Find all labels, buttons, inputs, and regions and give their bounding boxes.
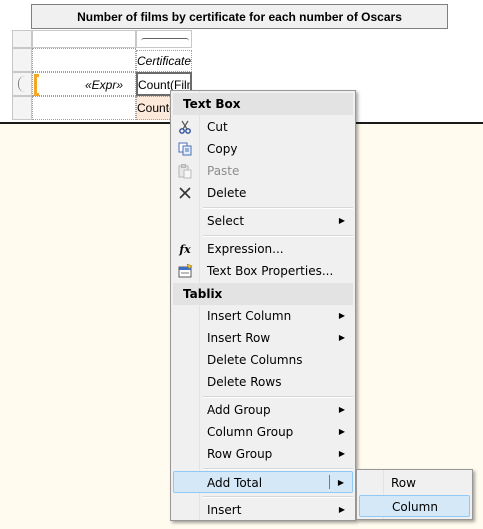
menu-label: Insert Row: [207, 331, 271, 345]
submenu-arrow-icon: ▶: [338, 311, 345, 320]
menu-label: Delete Columns: [207, 353, 303, 367]
submenu-item-row[interactable]: Row: [359, 472, 470, 494]
menu-separator: [203, 468, 353, 470]
paste-icon: [177, 163, 193, 179]
menu-item-add-group[interactable]: Add Group ▶: [173, 399, 353, 421]
properties-icon: [177, 263, 193, 279]
copy-icon: [177, 141, 193, 157]
submenu-arrow-icon: ▶: [337, 478, 344, 487]
menu-item-cut[interactable]: Cut: [173, 116, 353, 138]
menu-label: Add Group: [207, 403, 271, 417]
tablix-corner-handle[interactable]: [12, 30, 32, 48]
split-divider: [329, 475, 330, 489]
menu-separator: [203, 235, 353, 237]
menu-item-insert[interactable]: Insert ▶: [173, 499, 353, 521]
menu-label: Add Total: [207, 476, 263, 490]
menu-label: Row Group: [207, 447, 273, 461]
menu-label: Column: [392, 500, 438, 514]
menu-section-tablix: Tablix: [173, 283, 353, 305]
fx-icon: fx: [179, 242, 191, 256]
tablix-row-handle-3[interactable]: [12, 96, 32, 120]
menu-label: Paste: [207, 164, 240, 178]
add-total-submenu: Row Column: [356, 469, 473, 520]
menu-item-expression[interactable]: fx Expression...: [173, 238, 353, 260]
menu-section-text-box: Text Box: [173, 93, 353, 115]
menu-item-text-box-properties[interactable]: Text Box Properties...: [173, 260, 353, 282]
total-row-label-cell[interactable]: [32, 96, 136, 120]
menu-label: Copy: [207, 142, 238, 156]
menu-item-row-group[interactable]: Row Group ▶: [173, 443, 353, 465]
menu-item-column-group[interactable]: Column Group ▶: [173, 421, 353, 443]
menu-label: Insert: [207, 503, 242, 517]
menu-label: Column Group: [207, 425, 294, 439]
delete-x-icon: [177, 185, 193, 201]
submenu-arrow-icon: ▶: [338, 449, 345, 458]
menu-item-delete[interactable]: Delete: [173, 182, 353, 204]
menu-separator: [203, 207, 353, 209]
oscars-row-group-cell[interactable]: «Expr»: [32, 72, 136, 96]
menu-label: Text Box Properties...: [207, 264, 334, 278]
row-group-selection-marker: [34, 74, 39, 96]
row-group-indicator: [18, 76, 25, 92]
report-title-text: Number of films by certificate for each …: [77, 9, 402, 24]
menu-label: Expression...: [207, 242, 284, 256]
section-label: Tablix: [183, 287, 223, 301]
tablix-column-handle-1[interactable]: [32, 30, 136, 48]
menu-item-paste[interactable]: Paste: [173, 160, 353, 182]
menu-item-copy[interactable]: Copy: [173, 138, 353, 160]
menu-separator: [203, 396, 353, 398]
submenu-arrow-icon: ▶: [338, 333, 345, 342]
submenu-arrow-icon: ▶: [338, 427, 345, 436]
menu-item-delete-columns[interactable]: Delete Columns: [173, 349, 353, 371]
menu-label: Insert Column: [207, 309, 292, 323]
section-label: Text Box: [183, 97, 241, 111]
menu-item-delete-rows[interactable]: Delete Rows: [173, 371, 353, 393]
menu-label: Select: [207, 214, 245, 228]
context-menu: Text Box Cut Copy Paste Delete Select ▶ …: [170, 90, 356, 521]
menu-item-add-total[interactable]: Add Total ▶: [173, 471, 353, 493]
menu-separator: [203, 496, 353, 498]
submenu-arrow-icon: ▶: [338, 216, 345, 225]
tablix-corner-cell[interactable]: [32, 48, 136, 72]
certificate-header-cell[interactable]: Certificate: [136, 50, 192, 72]
menu-label: Row: [391, 476, 416, 490]
column-group-indicator: [141, 38, 189, 41]
menu-label: Cut: [207, 120, 228, 134]
menu-item-select[interactable]: Select ▶: [173, 210, 353, 232]
report-title-textbox[interactable]: Number of films by certificate for each …: [31, 4, 448, 29]
submenu-item-column[interactable]: Column: [359, 495, 470, 517]
menu-item-insert-row[interactable]: Insert Row ▶: [173, 327, 353, 349]
submenu-arrow-icon: ▶: [338, 405, 345, 414]
scissors-icon: [177, 119, 193, 135]
menu-label: Delete Rows: [207, 375, 282, 389]
menu-label: Delete: [207, 186, 247, 200]
menu-item-insert-column[interactable]: Insert Column ▶: [173, 305, 353, 327]
tablix-row-handle-1[interactable]: [12, 48, 32, 72]
submenu-arrow-icon: ▶: [338, 505, 345, 514]
